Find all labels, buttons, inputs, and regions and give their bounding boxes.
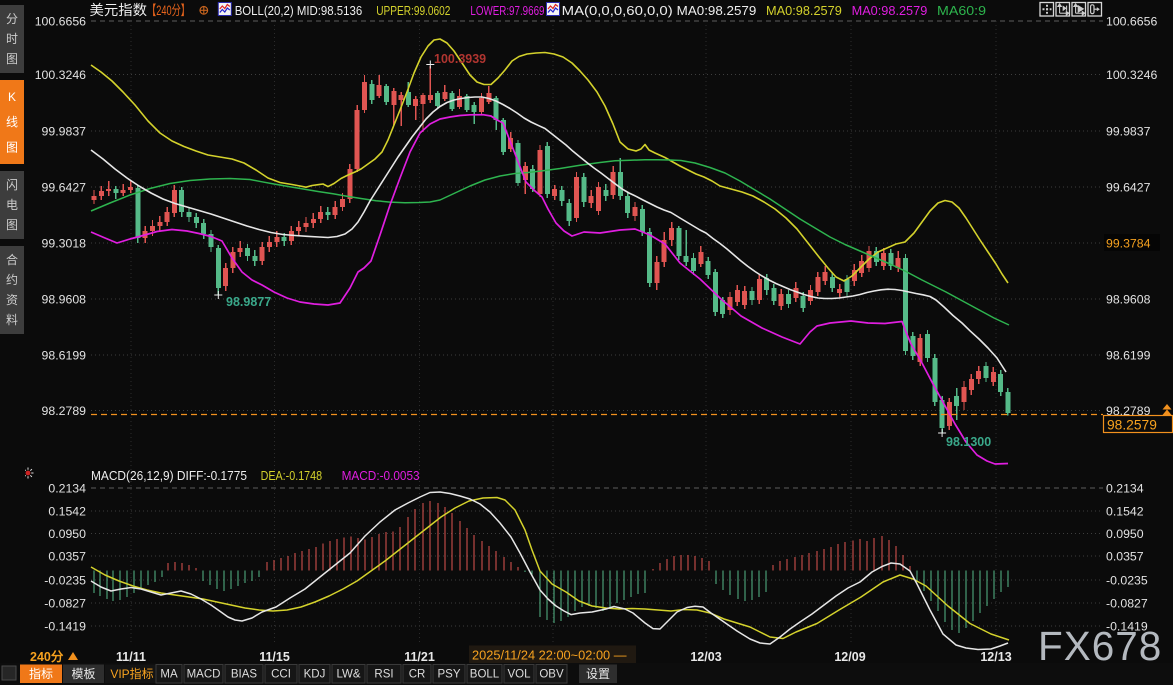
svg-text:2025/11/24 22:00~02:00 —: 2025/11/24 22:00~02:00 — bbox=[472, 648, 627, 663]
svg-text:99.3018: 99.3018 bbox=[42, 236, 87, 250]
svg-text:BOLL(20,2) MID:98.5136: BOLL(20,2) MID:98.5136 bbox=[235, 3, 363, 18]
svg-text:0.1542: 0.1542 bbox=[48, 504, 86, 518]
svg-text:VIP指标: VIP指标 bbox=[110, 666, 153, 681]
svg-text:98.9608: 98.9608 bbox=[1106, 292, 1151, 306]
svg-text:98.1300: 98.1300 bbox=[946, 435, 991, 449]
svg-text:0.0357: 0.0357 bbox=[1106, 549, 1144, 563]
svg-text:图: 图 bbox=[6, 141, 18, 155]
svg-text:电: 电 bbox=[6, 198, 18, 212]
svg-text:12/09: 12/09 bbox=[834, 650, 865, 664]
svg-text:MA: MA bbox=[160, 669, 178, 681]
svg-text:VOL: VOL bbox=[507, 669, 531, 681]
svg-text:11/21: 11/21 bbox=[404, 650, 435, 664]
svg-text:MA0:98.2579: MA0:98.2579 bbox=[766, 3, 842, 18]
svg-text:LOWER:97.9669: LOWER:97.9669 bbox=[470, 3, 544, 18]
svg-text:240分: 240分 bbox=[30, 649, 64, 664]
svg-text:LW&: LW& bbox=[336, 669, 360, 681]
svg-text:99.6427: 99.6427 bbox=[1106, 180, 1151, 194]
svg-text:指标: 指标 bbox=[29, 666, 53, 681]
svg-text:CCI: CCI bbox=[271, 669, 291, 681]
svg-text:合: 合 bbox=[6, 252, 18, 267]
svg-text:-0.0235: -0.0235 bbox=[44, 573, 86, 587]
svg-text:-0.0827: -0.0827 bbox=[1106, 596, 1148, 610]
svg-text:BOLL: BOLL bbox=[470, 669, 500, 681]
svg-text:线: 线 bbox=[6, 115, 18, 129]
svg-text:98.2789: 98.2789 bbox=[42, 404, 87, 418]
svg-text:100.3246: 100.3246 bbox=[35, 68, 86, 82]
svg-text:CR: CR bbox=[409, 669, 426, 681]
svg-text:UPPER:99.0602: UPPER:99.0602 bbox=[376, 3, 450, 18]
svg-text:MA60:9: MA60:9 bbox=[937, 3, 986, 18]
svg-text:98.6199: 98.6199 bbox=[42, 348, 87, 362]
svg-text:设置: 设置 bbox=[586, 667, 610, 681]
svg-text:分: 分 bbox=[6, 12, 18, 26]
svg-text:-0.1419: -0.1419 bbox=[44, 619, 86, 633]
svg-text:99.6427: 99.6427 bbox=[42, 180, 87, 194]
svg-text:12/13: 12/13 bbox=[980, 650, 1011, 664]
svg-text:0.2134: 0.2134 bbox=[1106, 481, 1144, 495]
svg-text:OBV: OBV bbox=[539, 669, 564, 681]
svg-text:0.2134: 0.2134 bbox=[48, 481, 86, 495]
svg-text:99.9837: 99.9837 bbox=[1106, 124, 1151, 138]
svg-text:0.0357: 0.0357 bbox=[48, 549, 86, 563]
svg-text:BIAS: BIAS bbox=[231, 669, 258, 681]
svg-text:0.0950: 0.0950 bbox=[1106, 527, 1144, 541]
svg-text:-0.0235: -0.0235 bbox=[1106, 573, 1148, 587]
svg-text:约: 约 bbox=[6, 272, 18, 287]
svg-text:图: 图 bbox=[6, 52, 18, 66]
svg-text:MA(0,0,0,60,0,0): MA(0,0,0,60,0,0) bbox=[562, 3, 673, 18]
svg-text:98.9877: 98.9877 bbox=[226, 295, 271, 309]
svg-text:99.9837: 99.9837 bbox=[42, 124, 87, 138]
svg-text:100.6656: 100.6656 bbox=[1106, 14, 1157, 28]
svg-text:11/15: 11/15 bbox=[259, 650, 290, 664]
svg-text:MACD:-0.0053: MACD:-0.0053 bbox=[342, 468, 420, 483]
svg-text:MACD: MACD bbox=[187, 669, 221, 681]
svg-text:0.1542: 0.1542 bbox=[1106, 504, 1144, 518]
svg-text:时: 时 bbox=[6, 32, 18, 46]
svg-text:【240分】: 【240分】 bbox=[147, 3, 190, 18]
svg-text:100.3246: 100.3246 bbox=[1106, 68, 1157, 82]
svg-text:MA0:98.2579: MA0:98.2579 bbox=[852, 3, 928, 18]
svg-text:KDJ: KDJ bbox=[304, 669, 326, 681]
svg-text:100.6656: 100.6656 bbox=[35, 14, 86, 28]
svg-text:100.3939: 100.3939 bbox=[434, 52, 486, 66]
svg-text:99.3784: 99.3784 bbox=[1106, 236, 1151, 250]
svg-text:0.0950: 0.0950 bbox=[48, 527, 86, 541]
svg-text:-0.0827: -0.0827 bbox=[44, 596, 86, 610]
svg-text:闪: 闪 bbox=[6, 178, 18, 192]
svg-text:PSY: PSY bbox=[437, 669, 460, 681]
svg-text:MA0:98.2579: MA0:98.2579 bbox=[677, 3, 757, 18]
svg-text:DEA:-0.1748: DEA:-0.1748 bbox=[261, 468, 323, 483]
svg-text:98.9608: 98.9608 bbox=[42, 292, 87, 306]
svg-text:MACD(26,12,9) DIFF:-0.1775: MACD(26,12,9) DIFF:-0.1775 bbox=[91, 468, 247, 483]
svg-text:98.2579: 98.2579 bbox=[1107, 418, 1157, 433]
svg-text:图: 图 bbox=[6, 218, 18, 232]
svg-text:RSI: RSI bbox=[374, 669, 393, 681]
svg-text:FX678: FX678 bbox=[1038, 623, 1162, 669]
svg-text:资: 资 bbox=[6, 293, 18, 307]
svg-text:美元指数: 美元指数 bbox=[90, 2, 148, 18]
svg-text:料: 料 bbox=[6, 313, 18, 327]
svg-text:12/03: 12/03 bbox=[690, 650, 721, 664]
svg-text:98.6199: 98.6199 bbox=[1106, 348, 1151, 362]
svg-text:K: K bbox=[8, 90, 16, 104]
svg-text:11/11: 11/11 bbox=[116, 650, 146, 664]
svg-text:模板: 模板 bbox=[71, 667, 95, 681]
